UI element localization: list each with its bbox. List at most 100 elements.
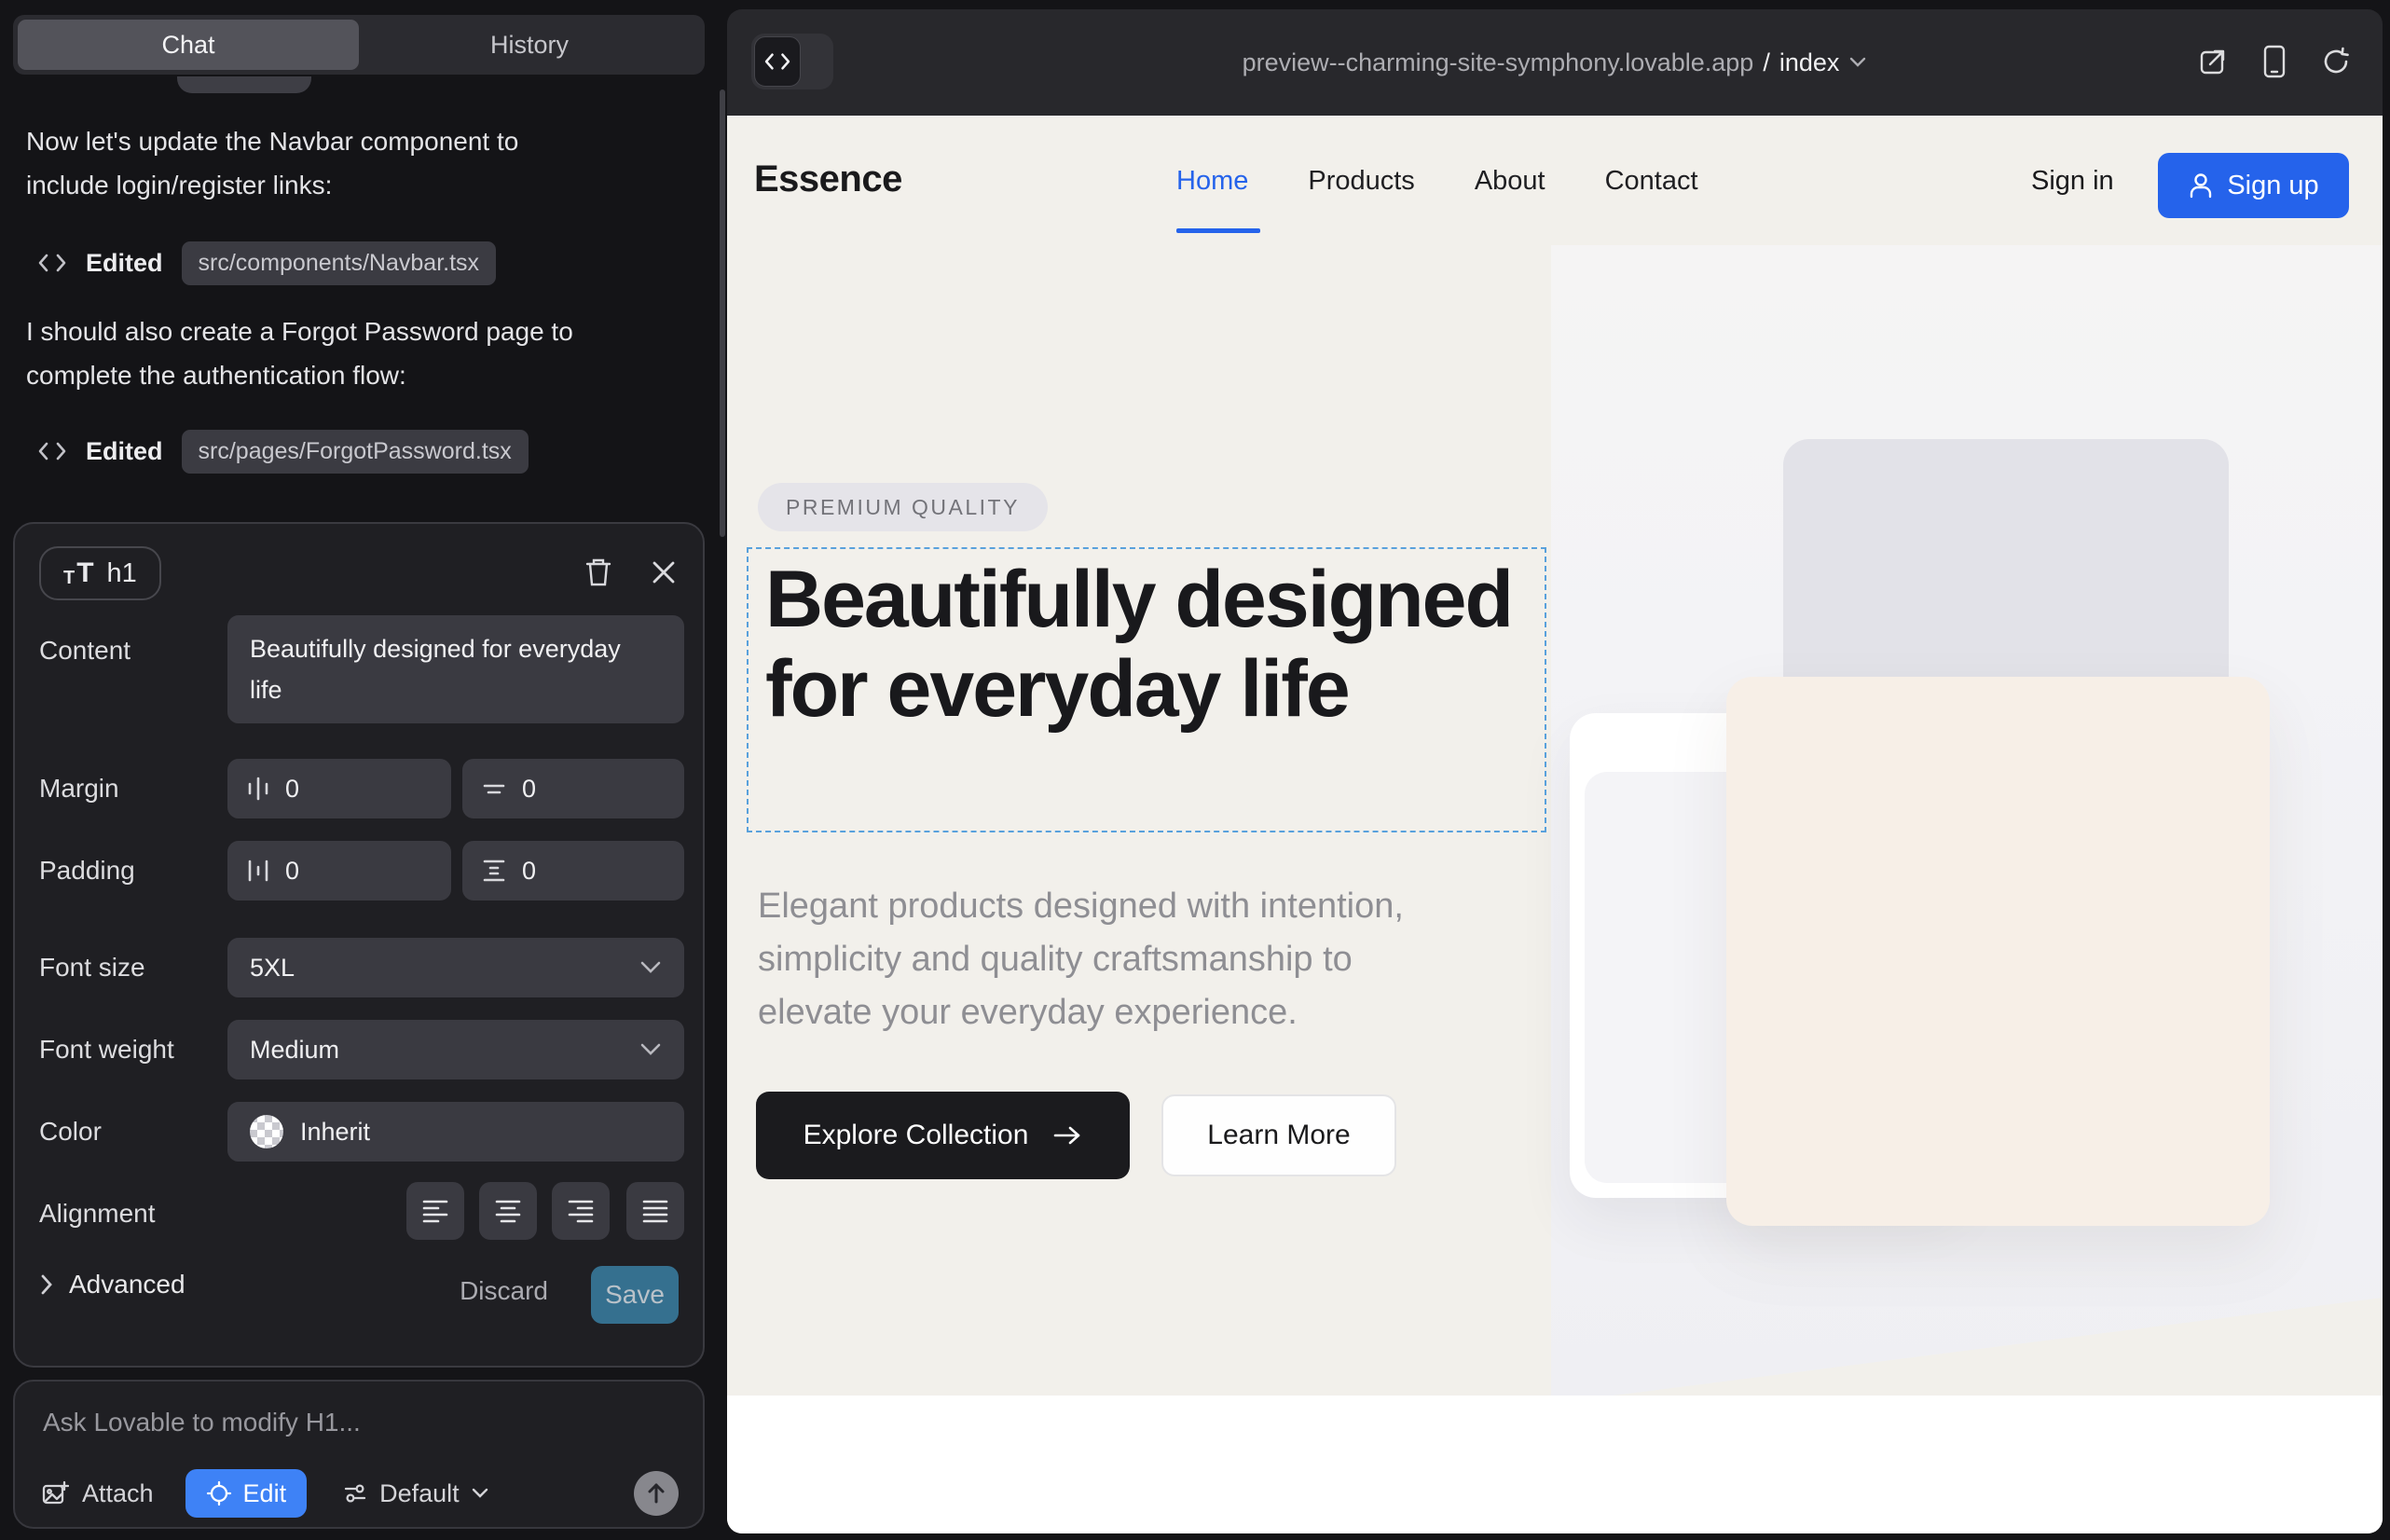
next-section-background [727, 1396, 2383, 1533]
margin-x-input[interactable]: 0 [227, 759, 451, 818]
send-button[interactable] [634, 1471, 679, 1516]
code-icon [763, 51, 791, 72]
element-tag-pill[interactable]: TT h1 [39, 546, 161, 600]
nav-link-products[interactable]: Products [1308, 166, 1414, 197]
arrow-up-icon [645, 1481, 667, 1506]
font-size-value: 5XL [250, 954, 295, 983]
alignment-label: Alignment [39, 1199, 156, 1229]
font-size-label: Font size [39, 953, 145, 983]
explore-collection-label: Explore Collection [804, 1120, 1029, 1151]
delete-element-button[interactable] [580, 554, 617, 591]
message-line: include login/register links: [26, 163, 518, 207]
open-in-new-tab-button[interactable] [2194, 43, 2232, 80]
edited-file-row: Edited src/pages/ForgotPassword.tsx [37, 429, 529, 474]
hero-heading[interactable]: Beautifully designed for everyday life [765, 555, 1530, 734]
attach-image-icon [41, 1479, 69, 1507]
nav-link-about[interactable]: About [1475, 166, 1545, 197]
discard-button[interactable]: Discard [454, 1275, 554, 1307]
hero-paragraph: Elegant products designed with intention… [758, 880, 1404, 1039]
explore-collection-button[interactable]: Explore Collection [756, 1092, 1130, 1179]
align-justify-button[interactable] [626, 1182, 684, 1240]
h1-selection-outline[interactable]: Beautifully designed for everyday life [747, 547, 1546, 832]
chat-scrollbar[interactable] [720, 89, 725, 537]
edit-label: Edit [243, 1479, 287, 1508]
content-textarea[interactable]: Beautifully designed for everyday life [227, 615, 684, 723]
color-value: Inherit [300, 1118, 370, 1147]
url-bar[interactable]: preview--charming-site-symphony.lovable.… [727, 9, 2383, 116]
edited-label: Edited [86, 437, 163, 466]
file-chip[interactable]: src/components/Navbar.tsx [182, 241, 497, 285]
url-host: preview--charming-site-symphony.lovable.… [1243, 48, 1754, 77]
align-center-button[interactable] [479, 1182, 537, 1240]
align-left-button[interactable] [406, 1182, 464, 1240]
message-line: complete the authentication flow: [26, 353, 573, 397]
font-weight-select[interactable]: Medium [227, 1020, 684, 1079]
content-label: Content [39, 636, 130, 666]
sign-up-button[interactable]: Sign up [2158, 153, 2349, 218]
site-canvas: Essence Home Products About Contact Sign… [727, 116, 2383, 1533]
browser-actions [2194, 43, 2355, 80]
code-toggle-segment[interactable] [754, 36, 801, 87]
sign-in-link[interactable]: Sign in [2031, 166, 2114, 197]
align-right-button[interactable] [552, 1182, 610, 1240]
element-tag-label: h1 [107, 558, 137, 589]
tab-history[interactable]: History [359, 20, 700, 70]
refresh-icon [2320, 46, 2352, 77]
close-editor-button[interactable] [645, 554, 682, 591]
margin-horizontal-icon [246, 776, 270, 802]
tab-chat[interactable]: Chat [18, 20, 359, 70]
chevron-down-icon [639, 960, 662, 975]
margin-y-value: 0 [522, 775, 536, 804]
font-weight-label: Font weight [39, 1035, 174, 1065]
color-select[interactable]: Inherit [227, 1102, 684, 1162]
file-chip[interactable]: src/pages/ForgotPassword.tsx [182, 430, 529, 474]
padding-horizontal-icon [246, 858, 270, 884]
user-message-bubble-partial [177, 76, 311, 93]
message-line: Now let's update the Navbar component to [26, 119, 518, 163]
preview-browser: preview--charming-site-symphony.lovable.… [727, 9, 2383, 1533]
chat-input[interactable]: Ask Lovable to modify H1... [43, 1408, 361, 1437]
color-label: Color [39, 1117, 102, 1147]
learn-more-button[interactable]: Learn More [1161, 1094, 1396, 1176]
model-default-dropdown[interactable]: Default [337, 1478, 495, 1509]
align-center-icon [494, 1199, 522, 1223]
advanced-toggle[interactable]: Advanced [39, 1270, 185, 1299]
sliders-icon [342, 1480, 368, 1506]
sign-up-label: Sign up [2227, 171, 2318, 201]
align-left-icon [421, 1199, 449, 1223]
lovable-workspace: Chat History Now let's update the Navbar… [0, 0, 2390, 1540]
site-logo[interactable]: Essence [754, 158, 902, 200]
external-link-icon [2197, 46, 2229, 77]
padding-label: Padding [39, 856, 135, 886]
code-icon [37, 252, 67, 274]
margin-vertical-icon [481, 777, 507, 801]
close-icon [650, 558, 678, 586]
chevron-down-icon [1848, 56, 1867, 69]
arrow-right-icon [1052, 1124, 1082, 1147]
url-separator: / [1763, 48, 1770, 77]
element-editor-panel: TT h1 Content Beautifully designed for e… [13, 522, 705, 1368]
url-page: index [1779, 48, 1840, 77]
code-preview-toggle[interactable] [751, 34, 833, 89]
padding-y-input[interactable]: 0 [462, 841, 684, 901]
target-icon [206, 1480, 232, 1506]
mobile-view-button[interactable] [2256, 43, 2293, 80]
font-size-select[interactable]: 5XL [227, 938, 684, 997]
chat-composer: Ask Lovable to modify H1... Attach Edit [13, 1380, 705, 1529]
nav-link-contact[interactable]: Contact [1605, 166, 1698, 197]
nav-link-home[interactable]: Home [1176, 166, 1248, 197]
message-line: I should also create a Forgot Password p… [26, 309, 573, 353]
edit-mode-button[interactable]: Edit [185, 1469, 308, 1518]
chat-history-tabs: Chat History [13, 15, 705, 75]
margin-x-value: 0 [285, 775, 299, 804]
padding-x-input[interactable]: 0 [227, 841, 451, 901]
attach-button[interactable]: Attach [41, 1479, 154, 1508]
chevron-right-icon [39, 1273, 54, 1296]
mobile-phone-icon [2262, 44, 2287, 79]
edited-label: Edited [86, 249, 163, 278]
margin-y-input[interactable]: 0 [462, 759, 684, 818]
refresh-button[interactable] [2317, 43, 2355, 80]
save-button[interactable]: Save [591, 1266, 679, 1324]
premium-quality-badge: PREMIUM QUALITY [758, 483, 1048, 531]
attach-label: Attach [82, 1479, 154, 1508]
